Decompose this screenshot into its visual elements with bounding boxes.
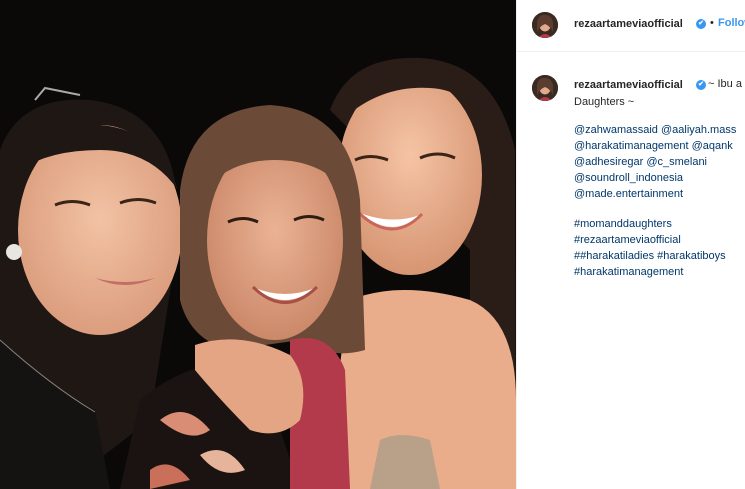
mention-link[interactable]: @harakatimanagement @aqank	[574, 140, 733, 152]
verified-badge-icon: ✔	[696, 80, 706, 90]
hashtag-link[interactable]: #rezaartameviaofficial	[574, 234, 681, 246]
verified-badge-icon: ✔	[696, 19, 706, 29]
post-header: rezaartameviaofficial ✔ • Follow	[517, 0, 745, 52]
mention-link[interactable]: @soundroll_indonesia	[574, 172, 683, 184]
caption-text-line: Daughters ~	[574, 96, 635, 108]
hashtag-link[interactable]: #harakatimanagement	[574, 266, 683, 278]
hashtag-link[interactable]: #momanddaughters	[574, 218, 672, 230]
avatar-image	[532, 12, 558, 38]
selfie-illustration	[0, 0, 516, 489]
mention-link[interactable]: @adhesiregar @c_smelani	[574, 156, 707, 168]
avatar-image	[532, 75, 558, 101]
header-avatar[interactable]	[532, 12, 558, 38]
caption-section: rezaartameviaofficial ✔ ~ Ibu a Daughter…	[517, 53, 745, 489]
post-sidebar: rezaartameviaofficial ✔ • Follow rezaart…	[516, 0, 745, 489]
header-username[interactable]: rezaartameviaofficial	[574, 18, 683, 30]
caption-text-start: ~ Ibu a	[708, 78, 742, 90]
caption-avatar[interactable]	[532, 75, 558, 101]
caption-username[interactable]: rezaartameviaofficial	[574, 79, 683, 91]
header-separator: •	[710, 17, 714, 29]
mention-link[interactable]: @zahwamassaid @aaliyah.mass	[574, 124, 736, 136]
post-photo[interactable]	[0, 0, 516, 489]
hashtag-link[interactable]: ##harakatiladies #harakatiboys	[574, 250, 726, 262]
mention-link[interactable]: @made.entertainment	[574, 188, 683, 200]
follow-button[interactable]: Follow	[718, 17, 745, 29]
